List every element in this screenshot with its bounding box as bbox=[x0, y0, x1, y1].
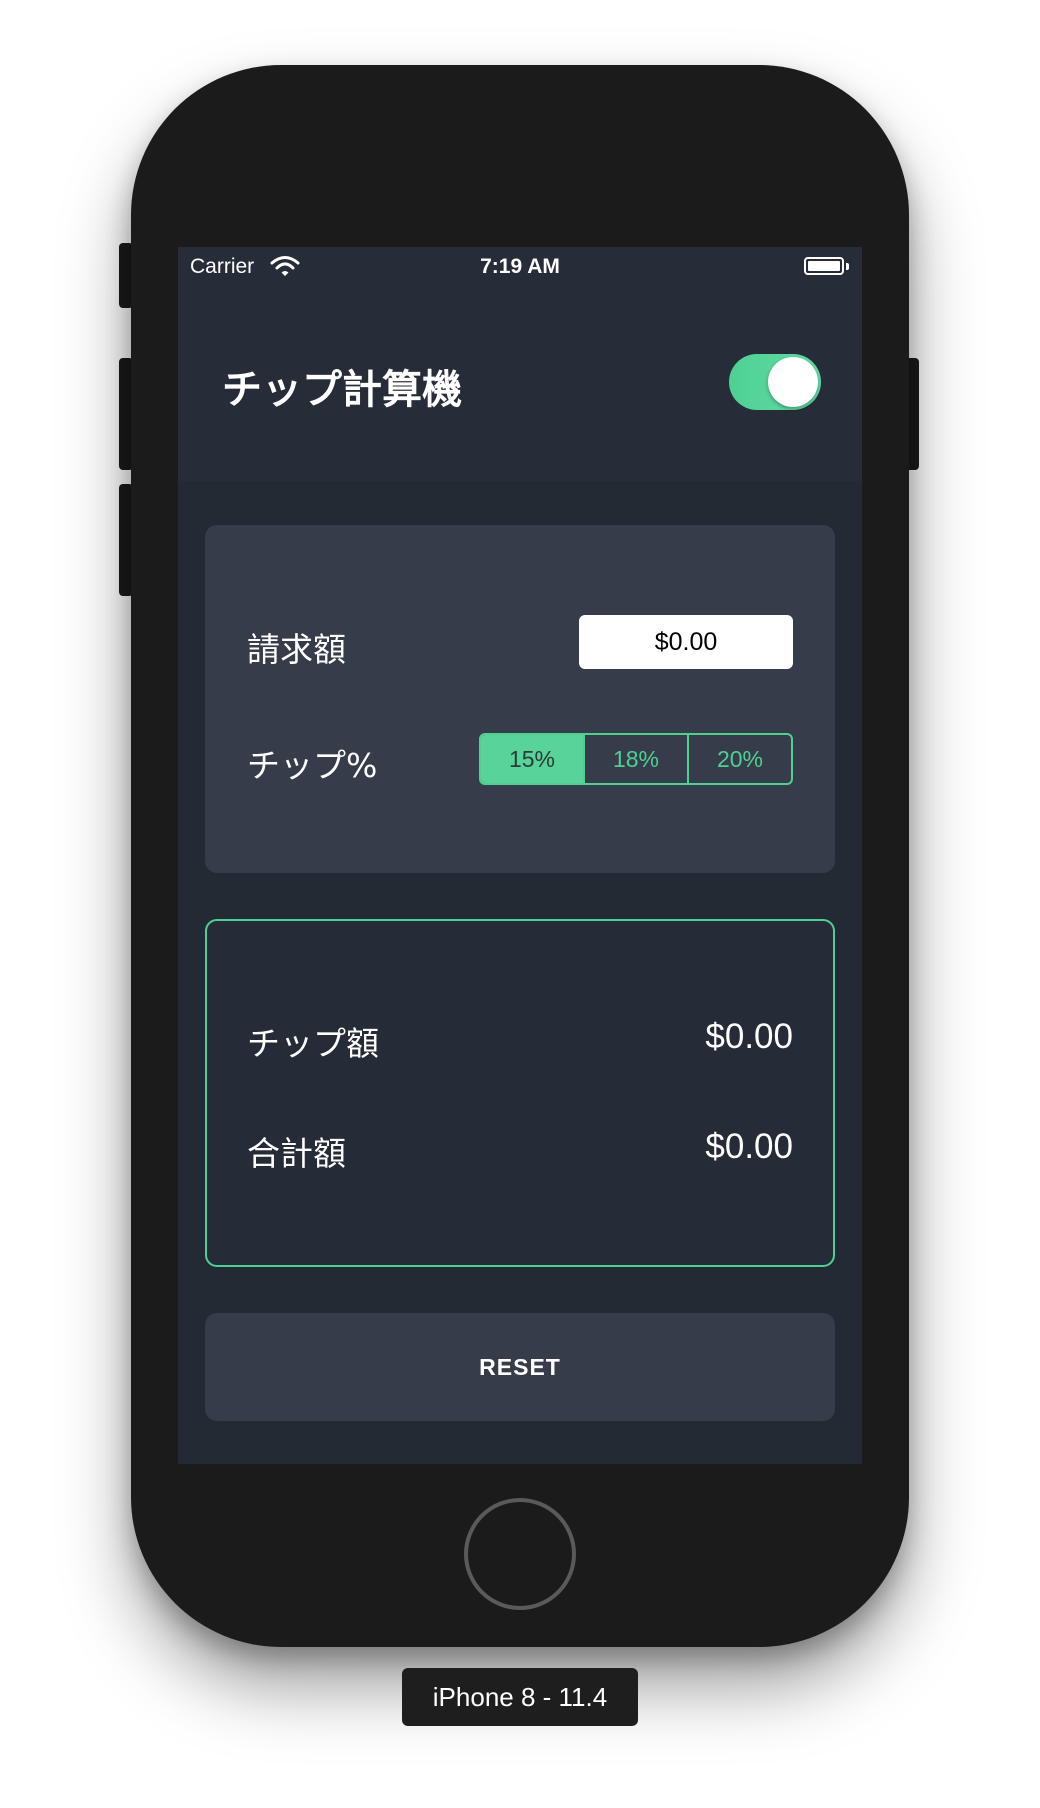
tip-option-15[interactable]: 15% bbox=[481, 735, 583, 783]
battery-tip bbox=[846, 263, 849, 270]
tip-option-20[interactable]: 20% bbox=[687, 735, 791, 783]
total-value: $0.00 bbox=[705, 1127, 793, 1166]
toggle-knob bbox=[768, 357, 818, 407]
reset-button[interactable]: RESET bbox=[205, 1313, 835, 1421]
tip-percent-label: チップ% bbox=[247, 746, 378, 785]
tip-percent-selector: 15% 18% 20% bbox=[479, 733, 793, 785]
status-bar: Carrier 7:19 AM bbox=[178, 247, 862, 287]
home-button[interactable] bbox=[464, 1498, 576, 1610]
header-bar: Carrier 7:19 AM チップ計算機 bbox=[178, 247, 862, 481]
result-card: チップ額 $0.00 合計額 $0.00 bbox=[205, 919, 835, 1267]
theme-toggle[interactable] bbox=[729, 354, 821, 410]
device-label: iPhone 8 - 11.4 bbox=[402, 1668, 638, 1726]
clock: 7:19 AM bbox=[480, 255, 560, 278]
tip-amount-label: チップ額 bbox=[247, 1024, 379, 1063]
page-title: チップ計算機 bbox=[222, 367, 462, 413]
input-card: 請求額 チップ% 15% 18% 20% bbox=[205, 525, 835, 873]
bill-label: 請求額 bbox=[247, 630, 346, 669]
tip-amount-value: $0.00 bbox=[705, 1017, 793, 1056]
battery-icon bbox=[804, 257, 844, 275]
app-screen: Carrier 7:19 AM チップ計算機 請求額 チップ% 15% 18% … bbox=[178, 247, 862, 1464]
total-label: 合計額 bbox=[247, 1134, 346, 1173]
bill-input[interactable] bbox=[579, 615, 793, 669]
tip-option-18[interactable]: 18% bbox=[583, 735, 687, 783]
